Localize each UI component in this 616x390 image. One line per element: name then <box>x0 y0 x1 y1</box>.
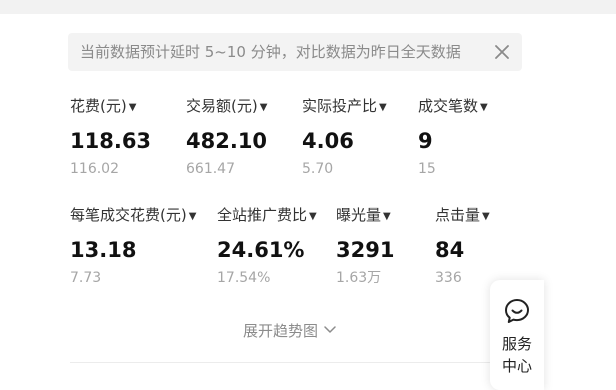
metric-value: 118.63 <box>70 129 152 153</box>
metric-label-dropdown[interactable]: 交易额(元) ▼ <box>186 96 267 116</box>
metric-value: 482.10 <box>186 129 268 153</box>
metric-impressions: 曝光量 ▼ 3291 1.63万 <box>336 205 394 287</box>
caret-down-icon: ▼ <box>480 102 488 113</box>
metric-clicks: 点击量 ▼ 84 336 <box>435 205 490 287</box>
metric-label-dropdown[interactable]: 点击量 ▼ <box>435 205 490 225</box>
expand-trend-chart-button[interactable]: 展开趋势图 <box>243 320 336 342</box>
metric-label-dropdown[interactable]: 花费(元) ▼ <box>70 96 151 116</box>
metric-label-dropdown[interactable]: 成交笔数 ▼ <box>418 96 488 116</box>
caret-down-icon: ▼ <box>128 102 137 113</box>
metric-value: 4.06 <box>302 129 354 153</box>
notice-text: 当前数据预计延时 5~10 分钟，对比数据为昨日全天数据 <box>80 43 461 61</box>
metric-compare-value: 116.02 <box>70 161 119 177</box>
metric-compare-value: 17.54% <box>217 270 271 286</box>
caret-down-icon: ▼ <box>482 211 490 222</box>
chevron-down-icon <box>324 326 336 333</box>
metric-order-count: 成交笔数 ▼ 9 15 <box>418 96 488 178</box>
metric-compare-value: 5.70 <box>302 161 334 177</box>
chat-bubble-icon <box>503 297 531 325</box>
top-band <box>0 0 616 14</box>
expand-label: 展开趋势图 <box>243 322 319 340</box>
close-icon[interactable] <box>492 42 512 62</box>
caret-down-icon: ▼ <box>309 211 317 222</box>
metric-label-dropdown[interactable]: 实际投产比 ▼ <box>302 96 387 116</box>
metric-compare-value: 1.63万 <box>336 270 382 286</box>
metric-roi: 实际投产比 ▼ 4.06 5.70 <box>302 96 387 178</box>
divider <box>70 362 540 363</box>
caret-down-icon: ▼ <box>383 211 391 222</box>
metric-compare-value: 15 <box>418 161 436 177</box>
metric-value: 13.18 <box>70 238 137 262</box>
metric-spend: 花费(元) ▼ 118.63 116.02 <box>70 96 151 178</box>
service-center-button[interactable]: 服务中心 <box>490 280 544 390</box>
metric-label-dropdown[interactable]: 曝光量 ▼ <box>336 205 394 225</box>
metric-cost-per-order: 每笔成交花费(元) ▼ 13.18 7.73 <box>70 205 196 287</box>
metric-label-dropdown[interactable]: 全站推广费比 ▼ <box>217 205 317 225</box>
metric-label-dropdown[interactable]: 每笔成交花费(元) ▼ <box>70 205 196 225</box>
metric-compare-value: 7.73 <box>70 270 102 286</box>
metric-value: 9 <box>418 129 433 153</box>
metric-promo-cost-ratio: 全站推广费比 ▼ 24.61% 17.54% <box>217 205 317 287</box>
metric-gmv: 交易额(元) ▼ 482.10 661.47 <box>186 96 267 178</box>
metric-compare-value: 661.47 <box>186 161 235 177</box>
caret-down-icon: ▼ <box>379 102 387 113</box>
delay-notice-banner: 当前数据预计延时 5~10 分钟，对比数据为昨日全天数据 <box>68 33 522 71</box>
metric-compare-value: 336 <box>435 270 462 286</box>
caret-down-icon: ▼ <box>259 102 268 113</box>
service-center-label: 服务中心 <box>501 335 532 375</box>
metric-value: 24.61% <box>217 238 305 262</box>
caret-down-icon: ▼ <box>188 211 197 222</box>
metric-value: 3291 <box>336 238 395 262</box>
metric-value: 84 <box>435 238 465 262</box>
